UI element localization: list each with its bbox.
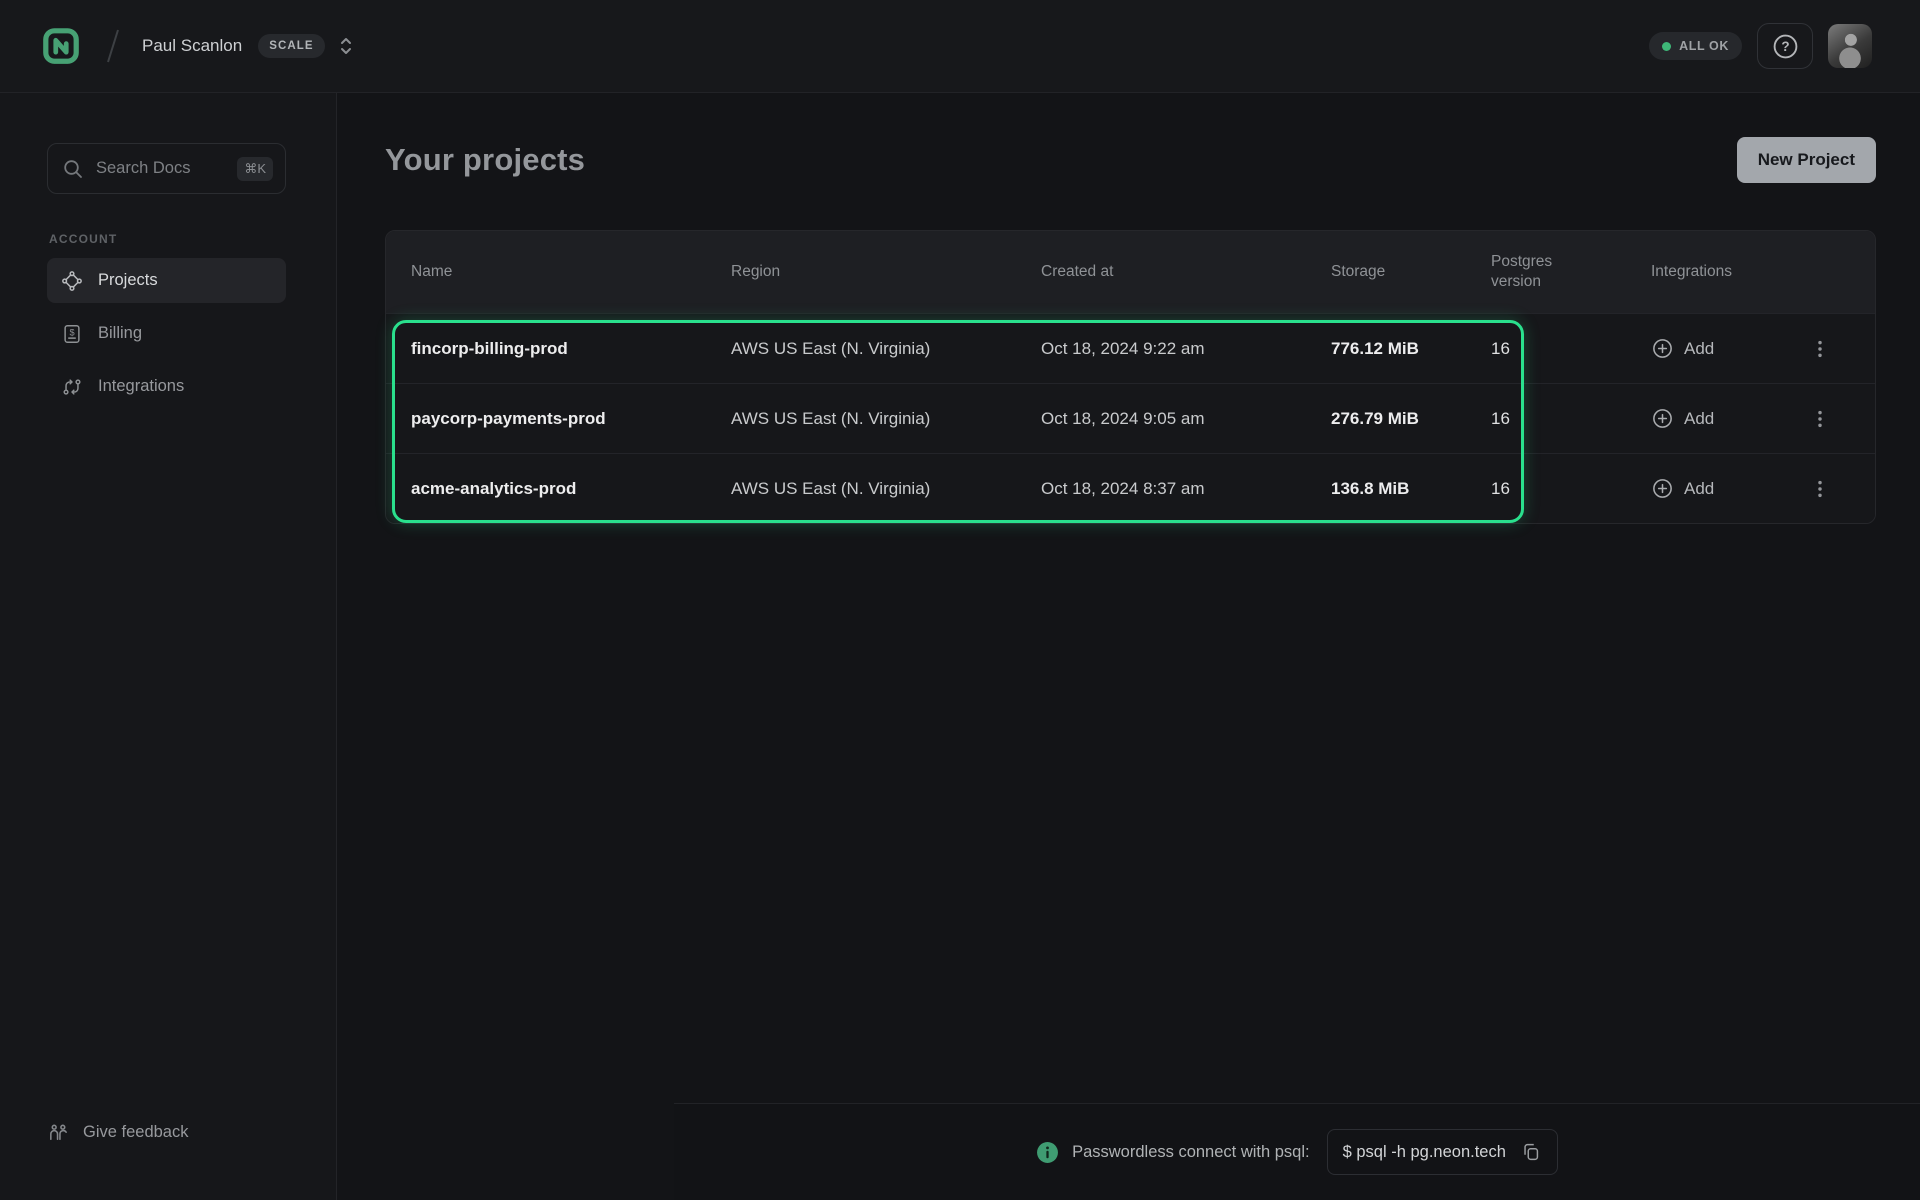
project-region: AWS US East (N. Virginia) [731,479,1041,499]
circle-plus-icon [1651,477,1674,500]
sidebar: Search Docs ⌘K ACCOUNT Projects $ Bil [0,93,337,1200]
sidebar-item-projects[interactable]: Projects [47,258,286,303]
add-integration-label: Add [1684,479,1714,499]
give-feedback-button[interactable]: Give feedback [47,1121,188,1144]
project-storage: 776.12 MiB [1331,339,1491,359]
column-header-integrations: Integrations [1651,263,1875,281]
status-label: ALL OK [1679,39,1729,53]
help-button[interactable]: ? [1757,23,1813,69]
project-postgres-version: 16 [1491,479,1651,499]
footer-bar: Passwordless connect with psql: $ psql -… [674,1103,1920,1200]
add-integration-button[interactable]: Add [1651,337,1714,360]
row-menu-button[interactable] [1805,474,1835,504]
kebab-menu-icon [1809,338,1831,360]
org-switcher-chevrons-icon[interactable] [337,34,355,58]
psql-command-box[interactable]: $ psql -h pg.neon.tech [1327,1129,1558,1175]
breadcrumb: Paul Scanlon SCALE [42,27,355,65]
projects-table: Name Region Created at Storage Postgres … [385,230,1876,524]
breadcrumb-slash-icon [106,27,120,65]
status-dot-icon [1662,42,1671,51]
table-row-acme-analytics-prod[interactable]: acme-analytics-prod AWS US East (N. Virg… [386,453,1875,523]
add-integration-button[interactable]: Add [1651,407,1714,430]
project-storage: 276.79 MiB [1331,409,1491,429]
project-name[interactable]: fincorp-billing-prod [411,339,731,359]
add-integration-label: Add [1684,339,1714,359]
plan-badge: SCALE [258,34,324,58]
project-region: AWS US East (N. Virginia) [731,339,1041,359]
projects-icon [61,270,83,292]
main-content: Your projects New Project Name Region Cr… [337,93,1920,1200]
neon-logo-icon[interactable] [42,27,80,65]
billing-icon: $ [61,323,83,345]
info-icon [1036,1141,1059,1164]
svg-text:$: $ [69,327,74,337]
add-integration-button[interactable]: Add [1651,477,1714,500]
top-bar: Paul Scanlon SCALE ALL OK ? [0,0,1920,93]
search-input[interactable]: Search Docs ⌘K [47,143,286,194]
copy-icon [1520,1141,1542,1163]
give-feedback-label: Give feedback [83,1123,188,1142]
org-name[interactable]: Paul Scanlon [142,36,242,56]
column-header-region: Region [731,263,1041,281]
project-created-at: Oct 18, 2024 9:05 am [1041,409,1331,429]
question-icon: ? [1772,33,1799,60]
psql-hint-label: Passwordless connect with psql: [1072,1143,1310,1162]
feedback-people-icon [47,1121,70,1144]
search-icon [62,158,84,180]
column-header-storage: Storage [1331,263,1491,281]
sidebar-section-account: ACCOUNT [49,232,286,246]
project-storage: 136.8 MiB [1331,479,1491,499]
avatar[interactable] [1828,24,1872,68]
sidebar-item-label: Projects [98,271,158,290]
add-integration-label: Add [1684,409,1714,429]
kebab-menu-icon [1809,478,1831,500]
project-name[interactable]: acme-analytics-prod [411,479,731,499]
status-badge[interactable]: ALL OK [1649,32,1742,60]
project-created-at: Oct 18, 2024 8:37 am [1041,479,1331,499]
project-postgres-version: 16 [1491,409,1651,429]
column-header-postgres-version: Postgres version [1491,252,1573,292]
table-row-paycorp-payments-prod[interactable]: paycorp-payments-prod AWS US East (N. Vi… [386,383,1875,453]
sidebar-item-label: Billing [98,324,142,343]
project-region: AWS US East (N. Virginia) [731,409,1041,429]
kebab-menu-icon [1809,408,1831,430]
circle-plus-icon [1651,407,1674,430]
table-row-fincorp-billing-prod[interactable]: fincorp-billing-prod AWS US East (N. Vir… [386,313,1875,383]
project-name[interactable]: paycorp-payments-prod [411,409,731,429]
new-project-button[interactable]: New Project [1737,137,1876,183]
sidebar-item-billing[interactable]: $ Billing [47,311,286,356]
project-postgres-version: 16 [1491,339,1651,359]
search-placeholder: Search Docs [96,159,225,178]
row-menu-button[interactable] [1805,334,1835,364]
sidebar-item-label: Integrations [98,377,184,396]
copy-command-button[interactable] [1520,1141,1542,1163]
circle-plus-icon [1651,337,1674,360]
keyboard-shortcut-badge: ⌘K [237,157,273,181]
page-title: Your projects [385,142,585,178]
integrations-icon [61,376,83,398]
top-bar-actions: ALL OK ? [1649,23,1872,69]
neon-console: Paul Scanlon SCALE ALL OK ? [0,0,1920,1200]
project-created-at: Oct 18, 2024 9:22 am [1041,339,1331,359]
column-header-created-at: Created at [1041,263,1331,281]
table-header-row: Name Region Created at Storage Postgres … [386,231,1875,313]
psql-command: $ psql -h pg.neon.tech [1343,1143,1506,1162]
sidebar-item-integrations[interactable]: Integrations [47,364,286,409]
row-menu-button[interactable] [1805,404,1835,434]
column-header-name: Name [411,263,731,281]
svg-text:?: ? [1781,39,1789,54]
